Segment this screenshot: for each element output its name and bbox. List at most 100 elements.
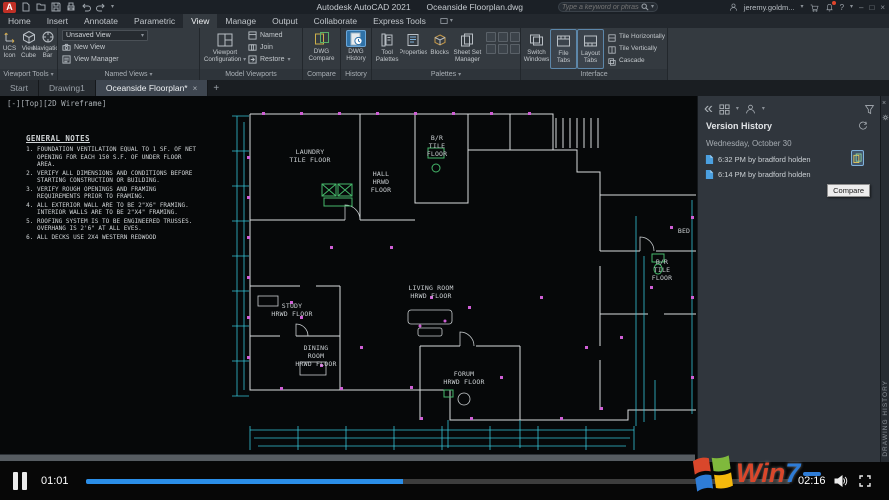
viewport-configuration-caret-icon: ▾ [243,57,246,63]
panel-label-history[interactable]: History [341,69,371,80]
dwg-compare-button[interactable]: DWG Compare [304,28,340,69]
layout-tabs-button[interactable]: Layout Tabs [577,29,604,69]
search-caret-icon[interactable]: ▾ [651,4,654,10]
search-icon[interactable] [641,3,649,11]
user-icon[interactable] [729,3,738,12]
plot-icon[interactable] [66,2,76,12]
help-caret-icon[interactable]: ▾ [850,4,853,10]
drawing-canvas[interactable]: [-][Top][2D Wireframe] GENERAL NOTES FOU… [0,96,697,462]
file-tab-oceanside-floorplan[interactable]: Oceanside Floorplan* × [96,80,208,96]
user-filter-icon[interactable] [745,104,756,115]
view-mode-caret-icon[interactable]: ▾ [736,106,739,112]
autocad-logo[interactable]: A [3,2,16,13]
panel-model-viewports: Viewport Configuration ▾ Named Join Rest… [200,28,303,80]
join-viewport-button[interactable]: Join [248,42,291,53]
switch-windows-button[interactable]: Switch Windows [523,29,550,69]
signed-in-user[interactable]: jeremy.goldm... [744,3,795,12]
palette-mini-icon[interactable] [510,32,520,42]
panel-label-palettes[interactable]: Palettes▾ [372,69,520,80]
video-progress-track[interactable] [86,479,790,484]
drawing-history-tab[interactable]: DRAWING HISTORY [882,380,889,457]
viewport-configuration-button[interactable]: Viewport Configuration ▾ [202,29,248,68]
save-icon[interactable] [51,2,61,12]
palette-collapse-icon[interactable]: « [704,100,713,118]
fullscreen-icon[interactable] [858,474,872,488]
tab-insert[interactable]: Insert [39,14,76,28]
blocks-button[interactable]: Blocks [427,29,453,69]
open-folder-icon[interactable] [36,2,46,12]
qat-dropdown-icon[interactable]: ▾ [111,4,114,10]
palette-mini-icon[interactable] [486,32,496,42]
horizontal-scrollbar[interactable] [0,454,695,461]
new-view-button[interactable]: New View [62,42,195,53]
view-dropdown[interactable]: Unsaved View ▾ [62,30,148,41]
filter-funnel-icon[interactable] [864,104,875,115]
restore-viewport-button[interactable]: Restore ▾ [248,54,291,65]
app-title: Autodesk AutoCAD 2021 [317,2,411,12]
panel-label-interface[interactable]: Interface [521,69,667,80]
navigation-bar-label: Navigation Bar [33,45,57,59]
search-input[interactable] [562,4,639,11]
palette-mini-icon[interactable] [498,32,508,42]
panel-label-viewport-tools[interactable]: Viewport Tools▾ [0,69,57,80]
panel-label-model-viewports[interactable]: Model Viewports [200,69,302,80]
help-search-box[interactable]: ▾ [558,2,658,12]
version-entry[interactable]: 6:32 PM by bradford holden [702,152,874,166]
refresh-icon[interactable] [858,121,868,131]
notifications-bell-icon[interactable] [825,3,834,12]
tab-output[interactable]: Output [264,14,306,28]
tab-express-tools[interactable]: Express Tools [365,14,434,28]
pause-button[interactable] [13,472,29,490]
tab-close-icon[interactable]: × [193,84,198,93]
properties-button[interactable]: Properties [400,29,426,69]
tool-palettes-button[interactable]: Tool Palettes [374,29,400,69]
app-store-icon[interactable] [810,3,819,12]
compare-version-button[interactable] [851,150,864,166]
view-manager-button[interactable]: View Manager [62,54,195,65]
palette-settings-gear-icon[interactable] [882,114,889,121]
help-icon[interactable]: ? [840,3,844,12]
room-label-bed: BED [678,227,690,235]
window-title: Autodesk AutoCAD 2021 Oceanside Floorpla… [317,0,523,14]
file-tabs-button[interactable]: File Tabs [550,29,577,69]
close-icon[interactable]: × [880,3,885,12]
maximize-icon[interactable]: □ [869,3,874,12]
palette-mini-icon[interactable] [498,44,508,54]
new-file-icon[interactable] [21,2,31,12]
tab-parametric[interactable]: Parametric [126,14,183,28]
undo-icon[interactable] [81,2,91,12]
ucs-icon-button[interactable]: UCS Icon [0,28,19,69]
panel-label-compare[interactable]: Compare [303,69,340,80]
user-filter-caret-icon[interactable]: ▾ [762,106,765,112]
sheet-set-manager-button[interactable]: Sheet Set Manager [453,29,482,69]
view-cube-icon [22,30,36,44]
panel-viewport-tools: UCS Icon View Cube Navigation Bar Viewpo… [0,28,58,80]
cascade-button[interactable]: Cascade [608,56,665,67]
viewport-controls[interactable]: [-][Top][2D Wireframe] [7,99,106,108]
user-caret-icon[interactable]: ▾ [801,4,804,10]
dwg-history-button[interactable]: DWG History [342,28,371,69]
minimize-icon[interactable]: – [859,3,863,12]
ribbon-display-toggle[interactable]: ▾ [434,14,459,28]
ucs-icon-label: UCS Icon [0,45,19,59]
version-entry[interactable]: 6:14 PM by bradford holden [702,167,874,181]
redo-icon[interactable] [96,2,106,12]
volume-icon[interactable] [833,474,848,488]
palette-mini-icon[interactable] [486,44,496,54]
palette-close-icon[interactable]: × [882,100,886,107]
tab-annotate[interactable]: Annotate [76,14,126,28]
tab-collaborate[interactable]: Collaborate [306,14,365,28]
tab-manage[interactable]: Manage [217,14,264,28]
named-viewport-button[interactable]: Named [248,30,291,41]
panel-label-named-views[interactable]: Named Views▾ [58,69,199,80]
tile-vertically-button[interactable]: Tile Vertically [608,44,665,55]
file-tab-start[interactable]: Start [0,80,39,96]
view-mode-icon[interactable] [719,104,730,115]
new-tab-icon[interactable]: + [208,80,224,96]
tab-home[interactable]: Home [0,14,39,28]
navigation-bar-button[interactable]: Navigation Bar [38,28,57,69]
tab-view[interactable]: View [183,14,217,28]
palette-mini-icon[interactable] [510,44,520,54]
tile-horizontally-button[interactable]: Tile Horizontally [608,32,665,43]
file-tab-drawing1[interactable]: Drawing1 [39,80,96,96]
